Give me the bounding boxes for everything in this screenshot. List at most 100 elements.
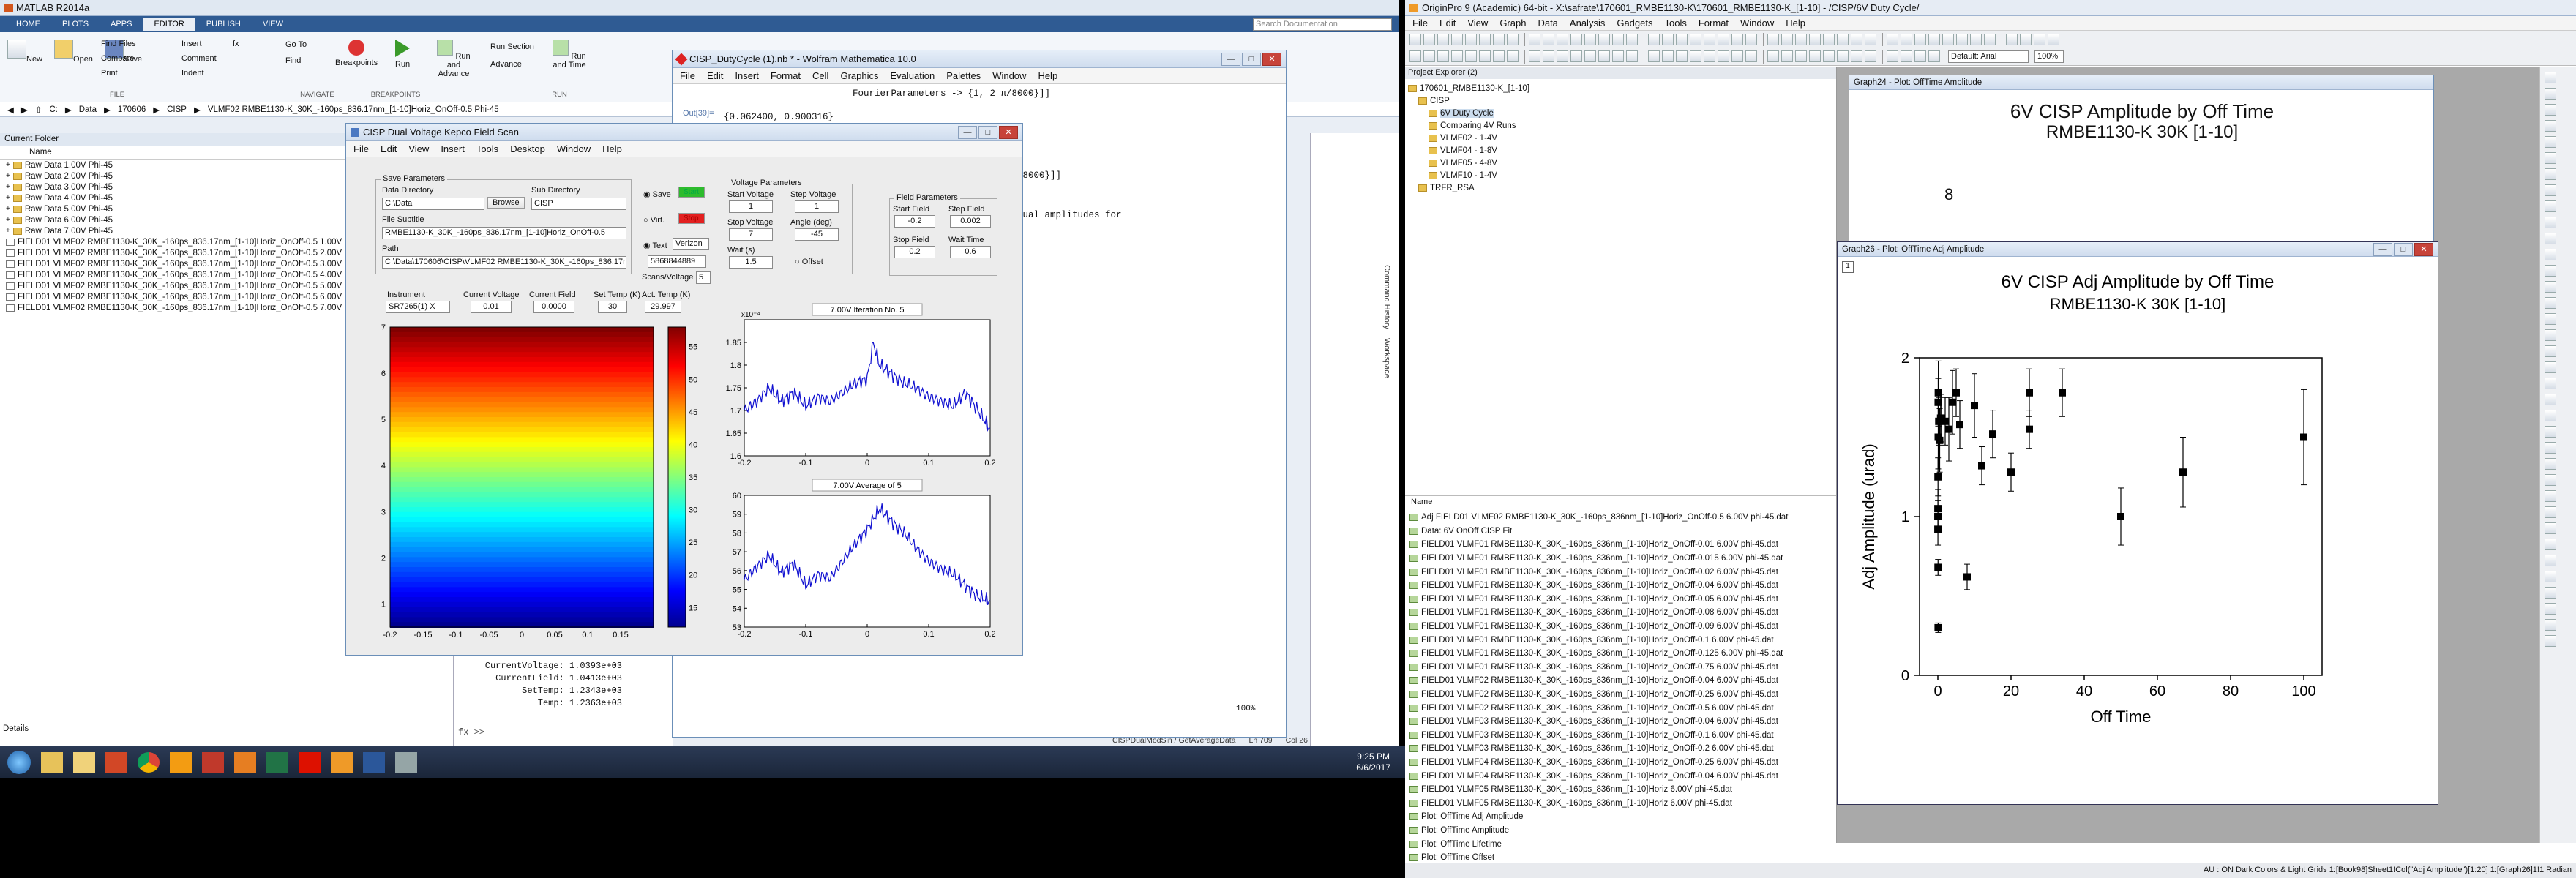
toolbar-button-icon[interactable]	[1612, 50, 1624, 62]
toolbar-button-icon[interactable]	[1598, 33, 1610, 45]
toolbar-button-icon[interactable]	[2545, 152, 2556, 164]
toolbar-button-icon[interactable]	[1465, 33, 1477, 45]
data-point[interactable]	[1934, 623, 1942, 631]
up-folder-icon[interactable]: ⇧	[35, 105, 42, 115]
toolbar-button-icon[interactable]	[1823, 33, 1835, 45]
project-item[interactable]: FIELD01 VLMF01 RMBE1130-K_30K_-160ps_836…	[1409, 579, 1832, 593]
toolbar-button-icon[interactable]	[2545, 329, 2556, 341]
data-point[interactable]	[1978, 462, 1985, 470]
virt-radio[interactable]: ○ Virt.	[643, 216, 664, 225]
toolbar-button-icon[interactable]	[1570, 50, 1582, 62]
toolbar-button-icon[interactable]	[1529, 33, 1540, 45]
toolbar-button-icon[interactable]	[1584, 50, 1596, 62]
toolbar-button-icon[interactable]	[2545, 378, 2556, 389]
project-item[interactable]: FIELD01 VLMF01 RMBE1130-K_30K_-160ps_836…	[1409, 620, 1832, 634]
details-label[interactable]: Details	[3, 724, 29, 733]
project-item[interactable]: FIELD01 VLMF01 RMBE1130-K_30K_-160ps_836…	[1409, 633, 1832, 647]
find-files-button[interactable]: Find Files	[101, 37, 136, 51]
project-item[interactable]: FIELD01 VLMF03 RMBE1130-K_30K_-160ps_836…	[1409, 729, 1832, 743]
open-button[interactable]: Open	[54, 40, 93, 64]
comment-button[interactable]: Comment	[181, 51, 217, 66]
project-item[interactable]: FIELD01 VLMF01 RMBE1130-K_30K_-160ps_836…	[1409, 593, 1832, 607]
toolbar-button-icon[interactable]	[1598, 50, 1610, 62]
toolbar-button-icon[interactable]	[1690, 33, 1701, 45]
project-folder-item[interactable]: 170601_RMBE1130-K_[1-10]	[1408, 82, 1833, 94]
mathematica-menu-help[interactable]: Help	[1038, 70, 1057, 81]
tab-publish[interactable]: PUBLISH	[196, 18, 251, 31]
text-radio[interactable]: ◉ Text	[643, 241, 667, 250]
expand-icon[interactable]: +	[6, 194, 10, 202]
mathematica-menu-insert[interactable]: Insert	[735, 70, 759, 81]
mathematica-menu-graphics[interactable]: Graphics	[840, 70, 878, 81]
breadcrumb-0[interactable]: C:	[49, 105, 58, 114]
toolbar-button-icon[interactable]	[1865, 33, 1876, 45]
toolbar-button-icon[interactable]	[1451, 33, 1463, 45]
toolbar-button-icon[interactable]	[1887, 33, 1898, 45]
toolbar-button-icon[interactable]	[2545, 249, 2556, 260]
breakpoints-button[interactable]: Breakpoints	[335, 40, 378, 67]
toolbar-button-icon[interactable]	[1956, 33, 1968, 45]
toolbar-button-icon[interactable]	[1676, 50, 1688, 62]
toolbar-button-icon[interactable]	[1704, 33, 1715, 45]
breadcrumb-3[interactable]: CISP	[167, 105, 187, 114]
graph-close-button[interactable]: ✕	[2414, 242, 2433, 256]
zoom-indicator[interactable]: 100%	[1236, 705, 1255, 713]
toolbar-button-icon[interactable]	[2545, 72, 2556, 83]
project-item[interactable]: Plot: OffTime Lifetime	[1409, 837, 1832, 851]
origin-menu-edit[interactable]: Edit	[1439, 18, 1456, 29]
graph-maximize-button[interactable]: □	[2394, 242, 2413, 256]
toolbar-button-icon[interactable]	[1543, 50, 1554, 62]
toolbar-button-icon[interactable]	[1437, 50, 1449, 62]
kepco-menu-edit[interactable]: Edit	[381, 143, 397, 154]
data-point[interactable]	[1971, 402, 1978, 410]
clock[interactable]: 9:25 PM 6/6/2017	[1356, 751, 1390, 773]
text-provider-select[interactable]: Verizon	[673, 238, 709, 250]
sub-dir-input[interactable]: CISP	[531, 198, 626, 210]
toolbar-button-icon[interactable]	[1745, 50, 1757, 62]
project-item[interactable]: FIELD01 VLMF02 RMBE1130-K_30K_-160ps_836…	[1409, 688, 1832, 702]
project-item[interactable]: FIELD01 VLMF05 RMBE1130-K_30K_-160ps_836…	[1409, 796, 1832, 810]
toolbar-button-icon[interactable]	[1914, 50, 1926, 62]
run-section-button[interactable]: Run Section	[490, 38, 534, 56]
expand-icon[interactable]: +	[6, 216, 10, 224]
mathematica-menu-file[interactable]: File	[680, 70, 695, 81]
origin-menu-help[interactable]: Help	[1786, 18, 1805, 29]
toolbar-button-icon[interactable]	[1928, 50, 1940, 62]
toolbar-button-icon[interactable]	[1557, 50, 1568, 62]
data-point[interactable]	[1989, 430, 1996, 438]
toolbar-button-icon[interactable]	[2545, 120, 2556, 132]
toolbar-button-icon[interactable]	[2545, 635, 2556, 647]
font-select[interactable]: Default: Arial	[1948, 50, 2029, 63]
toolbar-button-icon[interactable]	[2545, 217, 2556, 228]
toolbar-button-icon[interactable]	[1837, 33, 1849, 45]
project-item[interactable]: Plot: OffTime Amplitude	[1409, 824, 1832, 838]
toolbar-button-icon[interactable]	[2545, 410, 2556, 421]
toolbar-button-icon[interactable]	[2545, 603, 2556, 615]
project-folder-item[interactable]: 6V Duty Cycle	[1408, 107, 1833, 119]
kepco-menu-tools[interactable]: Tools	[476, 143, 498, 154]
toolbar-button-icon[interactable]	[2545, 104, 2556, 116]
data-point[interactable]	[2007, 468, 2015, 476]
toolbar-button-icon[interactable]	[1942, 33, 1954, 45]
data-point[interactable]	[2026, 389, 2033, 397]
toolbar-button-icon[interactable]	[1557, 33, 1568, 45]
scans-input[interactable]: 5	[696, 271, 711, 284]
toolbar-button-icon[interactable]	[1423, 33, 1435, 45]
toolbar-button-icon[interactable]	[1676, 33, 1688, 45]
close-button[interactable]: ✕	[1262, 52, 1281, 66]
toolbar-button-icon[interactable]	[2545, 297, 2556, 309]
toolbar-button-icon[interactable]	[1809, 50, 1821, 62]
project-item[interactable]: FIELD01 VLMF01 RMBE1130-K_30K_-160ps_836…	[1409, 565, 1832, 579]
mathematica-menu-cell[interactable]: Cell	[812, 70, 828, 81]
toolbar-button-icon[interactable]	[2545, 522, 2556, 534]
toolbar-button-icon[interactable]	[1626, 50, 1638, 62]
origin-menu-format[interactable]: Format	[1699, 18, 1729, 29]
go-to-button[interactable]: Go To	[285, 37, 307, 53]
data-point[interactable]	[2179, 468, 2187, 476]
data-point[interactable]	[2300, 433, 2307, 441]
step-field-input[interactable]: 0.002	[950, 215, 991, 228]
toolbar-button-icon[interactable]	[2545, 233, 2556, 244]
toolbar-button-icon[interactable]	[2545, 281, 2556, 293]
step-voltage-input[interactable]: 1	[795, 200, 839, 213]
project-item[interactable]: Adj FIELD01 VLMF02 RMBE1130-K_30K_-160ps…	[1409, 511, 1832, 525]
